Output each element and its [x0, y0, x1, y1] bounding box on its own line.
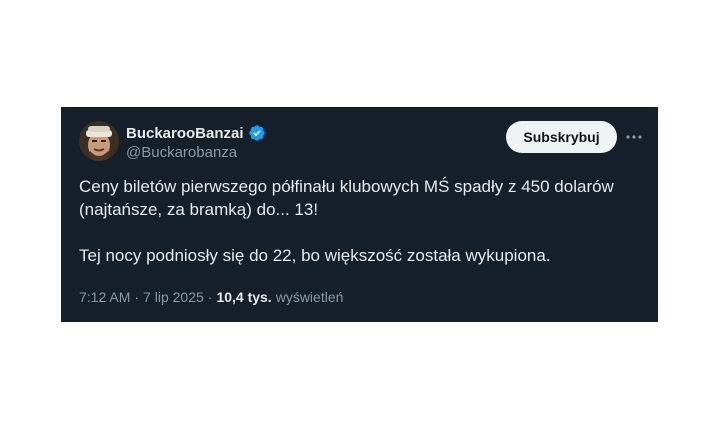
author-name-row: BuckarooBanzai	[126, 123, 266, 143]
subscribe-button[interactable]: Subskrybuj	[506, 121, 617, 153]
meta-separator: ·	[134, 289, 140, 305]
views-count: 10,4 tys.	[216, 289, 272, 305]
meta-separator: ·	[207, 289, 213, 305]
tweet-date[interactable]: 7 lip 2025	[143, 289, 204, 305]
views-label: wyświetleń	[275, 289, 344, 305]
author-handle[interactable]: @Buckarobanza	[126, 144, 237, 161]
avatar[interactable]	[79, 121, 119, 161]
tweet-paragraph: Ceny biletów pierwszego półfinału klubow…	[79, 177, 614, 219]
tweet-meta: 7:12 AM · 7 lip 2025 · 10,4 tys. wyświet…	[79, 289, 343, 305]
verified-badge-icon[interactable]	[248, 124, 266, 142]
tweet-text: Ceny biletów pierwszego półfinału klubow…	[79, 175, 649, 267]
tweet-card: BuckarooBanzai @Buckarobanza Subskrybuj …	[61, 107, 658, 322]
tweet-time[interactable]: 7:12 AM	[79, 289, 130, 305]
tweet-paragraph: Tej nocy podniosły się do 22, bo większo…	[79, 246, 551, 265]
more-horizontal-icon[interactable]	[623, 127, 645, 147]
author-display-name[interactable]: BuckarooBanzai	[126, 125, 244, 142]
